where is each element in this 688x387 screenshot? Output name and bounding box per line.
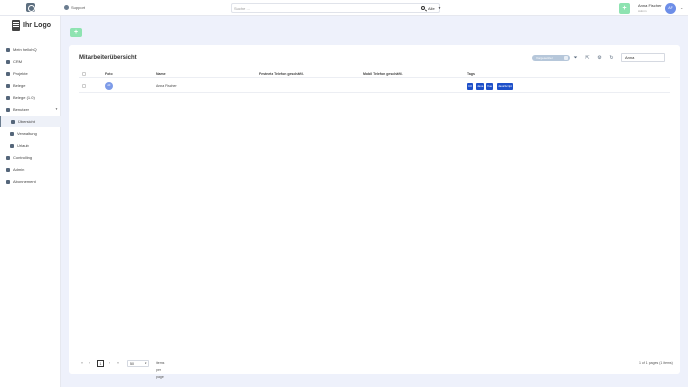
tag: JavaScript xyxy=(497,83,514,90)
items-per-page-label: items per page xyxy=(156,361,165,379)
sidebar-item-label: Mein hellohQ xyxy=(13,47,37,52)
refresh-icon[interactable]: ↻ xyxy=(609,56,614,61)
avatar[interactable]: AF xyxy=(665,3,676,14)
sidebar-item-label: Projekte xyxy=(13,71,28,76)
table-header: Foto Name Festnetz Telefon geschäftl. Mo… xyxy=(79,72,670,78)
prev-page-button[interactable]: ‹ xyxy=(89,360,90,367)
filter-chip[interactable]: Vorgesetzter xyxy=(532,55,570,61)
last-page-button[interactable]: » xyxy=(117,360,119,367)
employee-name: Anna Fischer xyxy=(156,84,177,88)
next-page-button[interactable]: › xyxy=(109,360,110,367)
home-icon xyxy=(6,47,10,52)
tag: Java xyxy=(476,83,485,90)
sidebar-item-admin[interactable]: Admin xyxy=(0,164,61,175)
building-icon xyxy=(12,20,20,31)
sidebar-item-label: Abonnement xyxy=(13,179,36,184)
user-settings-icon xyxy=(10,131,14,136)
avatar: AF xyxy=(105,82,113,90)
sidebar-item-label: Controlling xyxy=(13,155,33,160)
select-all-checkbox[interactable] xyxy=(82,72,86,76)
user-menu-chevron-icon[interactable]: ⌄ xyxy=(680,5,683,10)
folder-icon xyxy=(6,71,10,76)
search-input[interactable] xyxy=(234,5,419,12)
users-icon xyxy=(6,107,10,112)
calendar-icon xyxy=(10,143,14,148)
sidebar-item-uebersicht[interactable]: Übersicht xyxy=(0,116,61,127)
sidebar-item-label: Verwaltung xyxy=(17,131,37,136)
sidebar-item-abonnement[interactable]: Abonnement xyxy=(0,176,61,187)
sidebar-item-belege[interactable]: Belege xyxy=(0,80,61,91)
sidebar: Ihr Logo Mein hellohQ CRM Projekte Beleg… xyxy=(0,16,61,387)
column-header-mobil[interactable]: Mobil Telefon geschäftl. xyxy=(363,72,403,76)
search-scope-select[interactable]: Alle xyxy=(428,6,435,11)
overview-icon xyxy=(11,119,15,124)
page-info: 1 of 1 pages (1 items) xyxy=(639,361,673,365)
tag: C# xyxy=(467,83,473,90)
add-employee-button[interactable]: + xyxy=(70,28,82,37)
row-checkbox[interactable] xyxy=(82,84,86,88)
chart-icon xyxy=(6,155,10,160)
filter-chip-label: Vorgesetzter xyxy=(536,56,553,60)
page-size-select[interactable]: 50 ▼ xyxy=(127,360,149,367)
current-page-button[interactable]: 1 xyxy=(97,360,104,367)
chevron-down-icon: ▼ xyxy=(144,362,147,365)
sidebar-item-label: Belege xyxy=(13,83,26,88)
table-search-input[interactable] xyxy=(621,53,665,62)
top-bar: Support Alle ▼ + Anna Fischer Admin AF ⌄ xyxy=(0,0,688,16)
sidebar-item-label: Benutzer xyxy=(13,107,30,112)
sidebar-item-verwaltung[interactable]: Verwaltung xyxy=(0,128,61,139)
column-header-foto[interactable]: Foto xyxy=(105,72,113,76)
gear-icon[interactable]: ⚙ xyxy=(597,56,602,61)
support-label: Support xyxy=(71,5,86,10)
page-size-value: 50 xyxy=(130,362,134,366)
table-row[interactable]: AF Anna Fischer C# Java Vue JavaScript xyxy=(79,80,670,93)
column-header-tags[interactable]: Tags xyxy=(467,72,475,76)
chevron-down-icon: ▼ xyxy=(55,107,58,111)
add-button[interactable]: + xyxy=(619,3,630,14)
export-icon[interactable]: ⇱ xyxy=(585,56,590,61)
sidebar-item-belege-1-0[interactable]: Belege (1.0) xyxy=(0,92,61,103)
tools-icon xyxy=(6,167,10,172)
contacts-icon xyxy=(6,59,10,64)
brand-text: Ihr Logo xyxy=(23,22,51,29)
document-icon xyxy=(6,95,10,100)
column-header-festnetz[interactable]: Festnetz Telefon geschäftl. xyxy=(259,72,304,76)
sidebar-item-label: Admin xyxy=(13,167,25,172)
app-logo-icon[interactable] xyxy=(26,3,35,12)
search-icon[interactable] xyxy=(421,6,425,10)
sidebar-item-label: Urlaub xyxy=(17,143,29,148)
document-icon xyxy=(6,83,10,88)
sidebar-item-label: CRM xyxy=(13,59,23,64)
brand-logo[interactable]: Ihr Logo xyxy=(12,20,51,31)
sidebar-item-mein-hellohq[interactable]: Mein hellohQ xyxy=(0,44,61,55)
sidebar-item-label: Belege (1.0) xyxy=(13,95,35,100)
employee-card: Mitarbeiterübersicht Vorgesetzter ⏷ ⇱ ⚙ … xyxy=(69,45,680,379)
sidebar-item-controlling[interactable]: Controlling xyxy=(0,152,61,163)
user-name: Anna Fischer xyxy=(638,3,662,8)
first-page-button[interactable]: « xyxy=(81,360,83,367)
global-search: Alle ▼ xyxy=(231,3,441,13)
sidebar-item-label: Übersicht xyxy=(18,119,35,124)
sidebar-item-urlaub[interactable]: Urlaub xyxy=(0,140,61,151)
subscription-icon xyxy=(6,179,10,184)
page-title: Mitarbeiterübersicht xyxy=(79,55,137,61)
sidebar-item-crm[interactable]: CRM xyxy=(0,56,61,67)
sidebar-item-projekte[interactable]: Projekte xyxy=(0,68,61,79)
support-link[interactable]: Support xyxy=(64,5,85,10)
sidebar-item-benutzer[interactable]: Benutzer ▼ xyxy=(0,104,61,115)
close-icon[interactable] xyxy=(564,56,568,60)
chevron-down-icon[interactable]: ▼ xyxy=(438,6,441,10)
support-icon xyxy=(64,5,69,10)
column-header-name[interactable]: Name xyxy=(156,72,166,76)
filter-icon[interactable]: ⏷ xyxy=(573,56,578,61)
user-role: Admin xyxy=(638,9,647,13)
tag: Vue xyxy=(486,83,494,90)
